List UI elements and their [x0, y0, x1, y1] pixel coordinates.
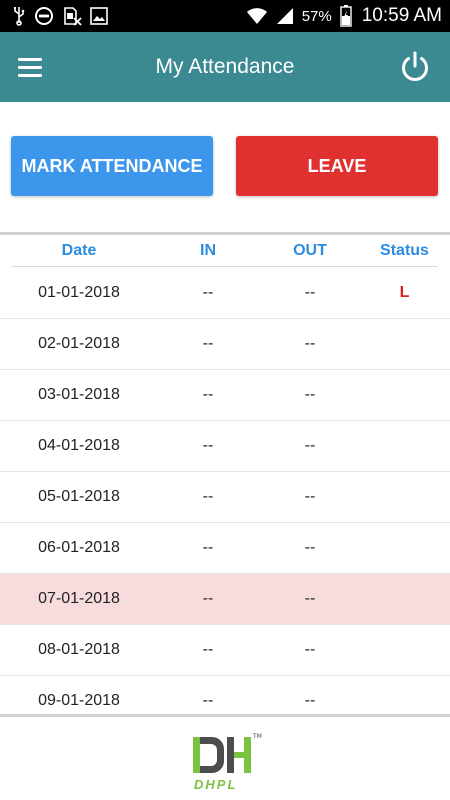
row-out: -- — [304, 284, 316, 301]
row-out: -- — [304, 692, 316, 709]
row-out: -- — [304, 590, 316, 607]
no-sim-icon — [62, 6, 82, 26]
row-date: 05-01-2018 — [38, 488, 120, 505]
logo-text: DHPL — [194, 777, 237, 792]
menu-icon-line — [18, 73, 42, 77]
signal-icon — [276, 7, 294, 25]
header-status: Status — [380, 242, 429, 259]
dhpl-logo: TM DHPL — [193, 733, 262, 792]
table-row[interactable]: 08-01-2018 -- -- — [0, 625, 450, 676]
row-out: -- — [304, 335, 316, 352]
page-title: My Attendance — [155, 55, 295, 78]
row-out: -- — [304, 488, 316, 505]
row-date: 09-01-2018 — [38, 692, 120, 709]
menu-icon-line — [18, 57, 42, 61]
header-out: OUT — [293, 242, 327, 259]
table-row-highlighted[interactable]: 07-01-2018 -- -- — [0, 574, 450, 625]
status-bar-right: 57% 10:59 AM — [246, 5, 442, 27]
menu-icon[interactable] — [18, 52, 52, 82]
action-buttons: MARK ATTENDANCE LEAVE — [0, 102, 450, 232]
footer: TM DHPL — [0, 717, 450, 800]
mark-attendance-button[interactable]: MARK ATTENDANCE — [11, 136, 213, 196]
status-bar: 57% 10:59 AM — [0, 0, 450, 32]
row-out: -- — [304, 641, 316, 658]
row-date: 08-01-2018 — [38, 641, 120, 658]
header-date: Date — [61, 242, 97, 259]
menu-icon-line — [18, 65, 42, 69]
table-row[interactable]: 04-01-2018 -- -- — [0, 421, 450, 472]
table-row[interactable]: 05-01-2018 -- -- — [0, 472, 450, 523]
table-row[interactable]: 09-01-2018 -- -- — [0, 676, 450, 714]
wifi-icon — [246, 7, 268, 25]
row-date: 06-01-2018 — [38, 539, 120, 556]
table-row[interactable]: 01-01-2018 -- -- L — [0, 268, 450, 319]
row-date: 01-01-2018 — [38, 284, 120, 301]
leave-button[interactable]: LEAVE — [236, 136, 438, 196]
status-bar-left — [12, 6, 108, 26]
row-status: L — [399, 284, 410, 301]
row-out: -- — [304, 386, 316, 403]
table-row[interactable]: 03-01-2018 -- -- — [0, 370, 450, 421]
row-out: -- — [304, 437, 316, 454]
row-date: 07-01-2018 — [38, 590, 120, 607]
table-header: Date IN OUT Status — [12, 235, 438, 267]
row-out: -- — [304, 539, 316, 556]
app-bar: My Attendance — [0, 32, 450, 102]
row-date: 03-01-2018 — [38, 386, 120, 403]
table-row[interactable]: 02-01-2018 -- -- — [0, 319, 450, 370]
usb-icon — [12, 6, 26, 26]
do-not-disturb-icon — [34, 6, 54, 26]
clock: 10:59 AM — [361, 5, 442, 26]
battery-percent: 57% — [301, 7, 332, 25]
attendance-table[interactable]: Date IN OUT Status 01-01-2018 -- -- L 02… — [0, 235, 450, 714]
power-icon[interactable] — [398, 50, 432, 84]
trademark: TM — [252, 733, 262, 740]
row-date: 02-01-2018 — [38, 335, 120, 352]
table-row[interactable]: 06-01-2018 -- -- — [0, 523, 450, 574]
row-date: 04-01-2018 — [38, 437, 120, 454]
image-icon — [90, 7, 108, 25]
battery-icon — [340, 5, 352, 27]
